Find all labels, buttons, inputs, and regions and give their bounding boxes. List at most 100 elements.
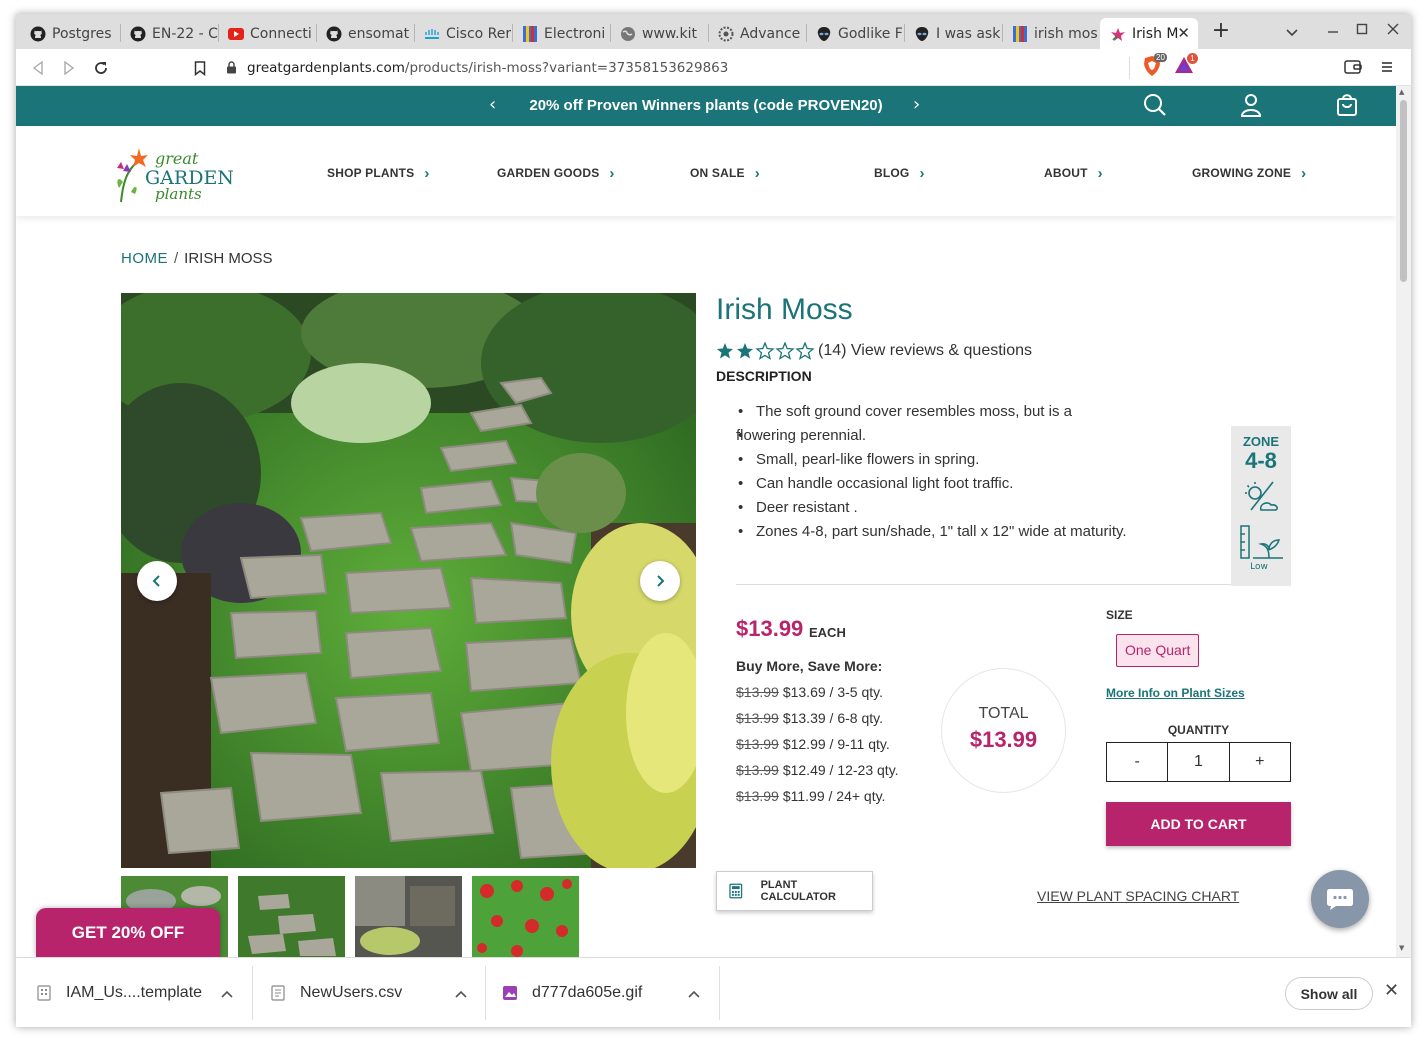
breadcrumb-separator: / (174, 250, 179, 267)
tab-4[interactable]: Cisco Rer (414, 18, 512, 49)
tab-search-icon[interactable] (1280, 22, 1304, 41)
promo-next-icon[interactable]: › (913, 94, 920, 115)
thumbnail-4[interactable] (472, 876, 579, 957)
cart-icon[interactable] (1334, 92, 1360, 118)
nav-growing-zone[interactable]: GROWING ZONE › (1192, 164, 1307, 182)
quantity-input[interactable]: 1 (1167, 743, 1230, 781)
chevron-up-icon[interactable] (221, 986, 233, 1001)
tier-new-price: $12.49 / 12-23 qty. (782, 762, 899, 778)
nav-shop-plants[interactable]: SHOP PLANTS › (327, 164, 430, 182)
scroll-up-icon[interactable]: ▲ (1399, 88, 1404, 96)
tier-old-price: $13.99 (736, 684, 779, 700)
quantity-increase-button[interactable]: + (1230, 743, 1290, 781)
tab-6[interactable]: www.kit (610, 18, 708, 49)
forward-icon[interactable] (57, 56, 81, 80)
brave-rewards-icon[interactable]: 1 (1174, 53, 1198, 79)
carousel-prev-button[interactable] (137, 561, 177, 601)
spacing-chart-link[interactable]: VIEW PLANT SPACING CHART (1037, 888, 1239, 904)
chat-icon (1327, 889, 1353, 910)
download-item[interactable]: d777da605e.gif (502, 958, 712, 1027)
product-image[interactable] (121, 293, 696, 868)
close-tab-icon[interactable]: ✕ (1177, 24, 1190, 42)
tab-title: Godlike F (838, 25, 903, 42)
nav-garden-goods[interactable]: GARDEN GOODS › (497, 164, 615, 182)
tier-old-price: $13.99 (736, 710, 779, 726)
tab-title: Irish M (1132, 25, 1178, 42)
nav-label: ON SALE (690, 166, 745, 180)
tab-active[interactable]: Irish M ✕ (1100, 18, 1198, 49)
new-tab-button[interactable]: + (1208, 18, 1234, 44)
tab-strip: Postgres EN-22 - C Connecti ensomat Cisc… (16, 14, 1411, 49)
promo-text[interactable]: 20% off Proven Winners plants (code PROV… (16, 97, 1396, 114)
thumbnail-2[interactable] (238, 876, 345, 957)
description-list: The soft ground cover resembles moss, bu… (736, 400, 1226, 544)
thumbnail-3[interactable] (355, 876, 462, 957)
minimize-icon[interactable] (1321, 20, 1345, 39)
tab-2[interactable]: Connecti (218, 18, 316, 49)
chat-button[interactable] (1311, 870, 1369, 928)
chevron-up-icon[interactable] (455, 986, 467, 1001)
cisco-icon (424, 26, 440, 42)
page-scrollbar[interactable]: ▲ ▼ (1396, 86, 1411, 957)
description-heading: DESCRIPTION (716, 368, 812, 384)
divider (736, 584, 1231, 585)
address-bar[interactable]: greatgardenplants.com/products/irish-mos… (226, 53, 1146, 82)
site-logo[interactable]: great GARDEN plants (113, 142, 234, 204)
quantity-decrease-button[interactable]: - (1107, 743, 1167, 781)
add-to-cart-button[interactable]: ADD TO CART (1106, 802, 1291, 846)
tab-3[interactable]: ensomat (316, 18, 414, 49)
tab-7[interactable]: Advance (708, 18, 806, 49)
reload-icon[interactable] (89, 56, 113, 80)
water-level-label: Low (1250, 562, 1268, 572)
gear-icon (718, 26, 734, 42)
chevron-right-icon: › (1097, 165, 1103, 182)
tab-5[interactable]: Electroni (512, 18, 610, 49)
tab-10[interactable]: irish mos (1002, 18, 1100, 49)
discount-popup-button[interactable]: GET 20% OFF (36, 908, 220, 957)
back-icon[interactable] (26, 56, 50, 80)
download-item[interactable]: NewUsers.csv (270, 958, 480, 1027)
github-icon (130, 26, 146, 42)
brave-shields-icon[interactable]: 20 (1142, 53, 1167, 79)
wallet-icon[interactable] (1344, 59, 1362, 79)
size-option-one-quart[interactable]: One Quart (1116, 634, 1200, 667)
water-level-icon (1240, 525, 1283, 559)
chevron-left-icon (152, 575, 160, 587)
tab-9[interactable]: I was ask (904, 18, 1002, 49)
chevron-right-icon: › (1301, 165, 1307, 182)
price-tier: $13.99 $12.49 / 12-23 qty. (736, 762, 899, 778)
close-download-bar-icon[interactable]: ✕ (1384, 980, 1399, 1001)
show-all-downloads-button[interactable]: Show all (1285, 977, 1373, 1010)
rating-row[interactable]: (14) View reviews & questions (716, 342, 1032, 360)
tab-title: Electroni (544, 25, 606, 42)
window-close-icon[interactable] (1381, 20, 1405, 39)
menu-icon[interactable] (1380, 59, 1394, 78)
description-item: Can handle occasional light foot traffic… (736, 472, 1226, 496)
plant-calculator-button[interactable]: PLANT CALCULATOR (716, 871, 873, 911)
scrollbar-thumb[interactable] (1400, 100, 1407, 282)
tab-8[interactable]: Godlike F (806, 18, 904, 49)
tab-0[interactable]: Postgres (20, 18, 118, 49)
scroll-down-icon[interactable]: ▼ (1399, 944, 1404, 952)
plant-sizes-link[interactable]: More Info on Plant Sizes (1106, 686, 1245, 700)
nav-blog[interactable]: BLOG › (874, 164, 925, 182)
tab-1[interactable]: EN-22 - C (120, 18, 218, 49)
search-icon[interactable] (1142, 92, 1168, 118)
zone-badge: ZONE 4-8 Low (1231, 426, 1291, 586)
nav-about[interactable]: ABOUT › (1044, 164, 1103, 182)
maximize-icon[interactable] (1350, 20, 1374, 39)
bookmark-icon[interactable] (188, 56, 212, 80)
tab-title: www.kit (642, 25, 698, 42)
description-item-continued: flowering perennial. (736, 424, 1226, 448)
download-bar: IAM_Us....template NewUsers.csv d777da60… (16, 957, 1411, 1027)
tab-title: Advance (740, 25, 801, 42)
nav-on-sale[interactable]: ON SALE › (690, 164, 760, 182)
carousel-next-button[interactable] (640, 561, 680, 601)
breadcrumb-home[interactable]: HOME (121, 250, 168, 267)
tab-title: ensomat (348, 25, 410, 42)
chevron-up-icon[interactable] (688, 986, 700, 1001)
account-icon[interactable] (1238, 92, 1264, 118)
download-item[interactable]: IAM_Us....template (36, 958, 246, 1027)
reviews-link[interactable]: (14) View reviews & questions (818, 342, 1032, 360)
tier-new-price: $12.99 / 9-11 qty. (782, 736, 890, 752)
